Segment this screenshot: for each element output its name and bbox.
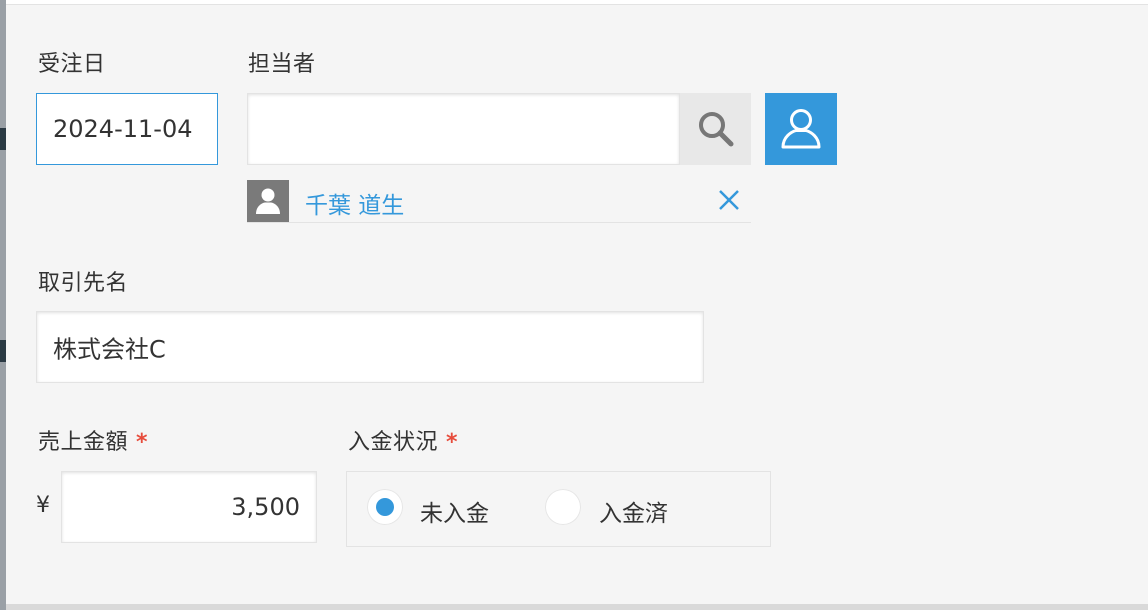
close-icon[interactable] (715, 186, 743, 214)
radio-paid[interactable] (545, 489, 581, 525)
order-date-label: 受注日 (38, 52, 106, 77)
bottom-border (6, 604, 1148, 610)
client-name-label: 取引先名 (38, 271, 129, 296)
left-edge-strip (0, 0, 6, 610)
avatar (247, 180, 289, 222)
client-name-value: 株式会社C (53, 335, 166, 364)
client-name-input[interactable]: 株式会社C (36, 311, 704, 383)
search-icon (698, 112, 733, 147)
top-border (6, 0, 1148, 5)
user-select-button[interactable] (765, 93, 837, 165)
person-outline-icon (781, 109, 821, 149)
edge-marker (0, 340, 6, 362)
radio-unpaid[interactable] (367, 489, 403, 525)
required-mark: * (446, 430, 459, 455)
selected-user-row: 千葉 道生 (247, 180, 751, 223)
currency-symbol: ¥ (36, 493, 50, 518)
sales-amount-value: 3,500 (231, 493, 300, 521)
radio-unpaid-label[interactable]: 未入金 (420, 494, 489, 528)
sales-amount-input[interactable]: 3,500 (61, 471, 317, 543)
order-date-value: 2024-11-04 (53, 115, 193, 143)
assignee-label: 担当者 (248, 52, 316, 77)
radio-paid-label[interactable]: 入金済 (599, 494, 668, 528)
payment-status-radio-group: 未入金 入金済 (346, 471, 771, 547)
person-silhouette-icon (256, 188, 280, 214)
sales-amount-label: 売上金額 * (38, 424, 148, 456)
payment-status-label-text: 入金状況 (348, 430, 439, 455)
selected-user-name[interactable]: 千葉 道生 (305, 186, 404, 220)
radio-selected-dot (376, 498, 394, 516)
assignee-search-button[interactable] (679, 93, 751, 165)
required-mark: * (136, 430, 149, 455)
edge-marker (0, 128, 6, 150)
order-date-input[interactable]: 2024-11-04 (36, 93, 218, 165)
sales-amount-label-text: 売上金額 (38, 430, 129, 455)
payment-status-label: 入金状況 * (348, 424, 458, 456)
assignee-search-input[interactable] (247, 93, 680, 165)
